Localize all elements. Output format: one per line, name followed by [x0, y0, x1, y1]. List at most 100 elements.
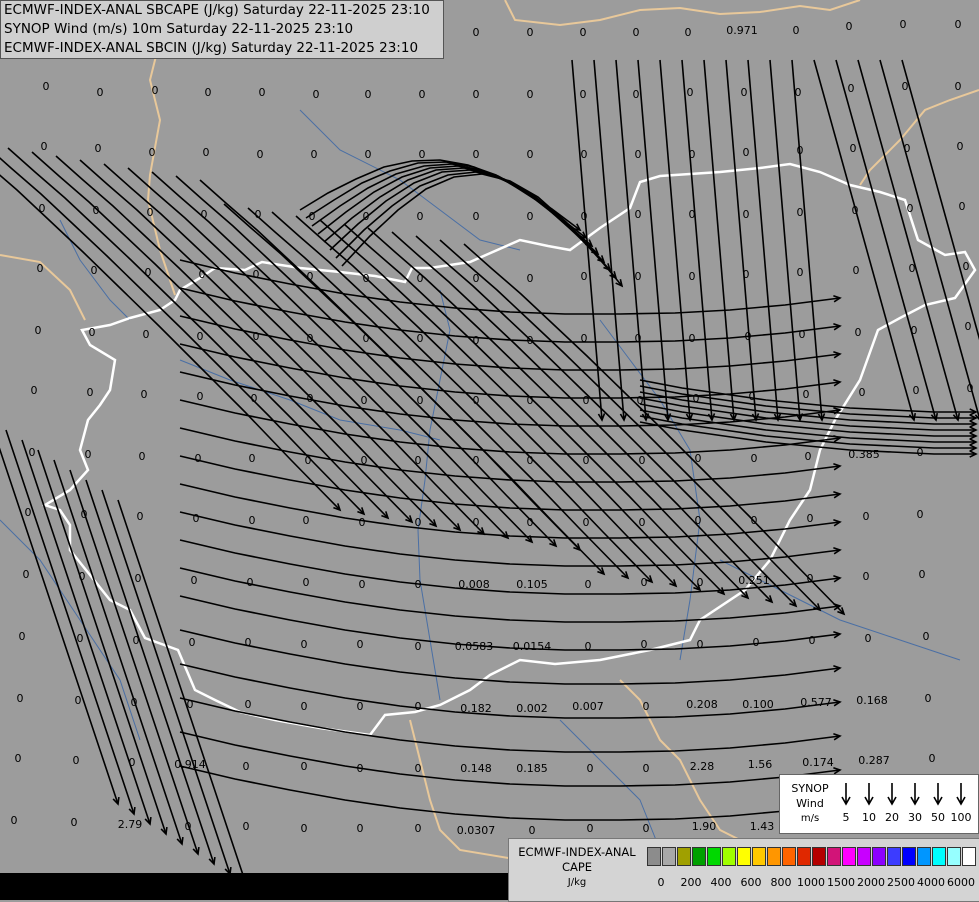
cape-value-label: 0: [309, 210, 316, 223]
cape-value-label: 0: [361, 394, 368, 407]
cape-value-label: 0: [149, 146, 156, 159]
cape-color-swatch: [872, 847, 886, 866]
cape-value-label: 0: [643, 700, 650, 713]
cape-value-label: 0: [805, 450, 812, 463]
synop-legend-value: 30: [908, 811, 922, 824]
cape-value-label: 0: [863, 510, 870, 523]
cape-value-label: 0: [307, 332, 314, 345]
cape-value-label: 0: [473, 26, 480, 39]
cape-color-swatch: [827, 847, 841, 866]
cape-value-label: 0: [249, 514, 256, 527]
cape-value-label: 0: [191, 574, 198, 587]
cape-value-label: 0: [243, 760, 250, 773]
cape-color-swatch: [797, 847, 811, 866]
cape-colorbar-label: 200: [680, 876, 702, 889]
cape-value-label: 0: [205, 86, 212, 99]
cape-value-label: 0.0583: [455, 640, 494, 653]
wind-streamline: [637, 59, 669, 421]
synop-legend-value: 10: [862, 811, 876, 824]
wind-arrow-icon: [910, 783, 920, 806]
cape-value-label: 0: [365, 148, 372, 161]
cape-value-label: 0: [415, 578, 422, 591]
cape-value-label: 0: [809, 634, 816, 647]
cape-value-label: 0.287: [858, 754, 890, 767]
cape-color-swatch: [647, 847, 661, 866]
wind-streamline: [179, 697, 841, 753]
cape-value-label: 0: [687, 86, 694, 99]
cape-color-swatch: [707, 847, 721, 866]
wind-streamline: [179, 287, 841, 343]
cape-value-label: 0: [753, 636, 760, 649]
cape-value-label: 0: [846, 20, 853, 33]
wind-streamline: [179, 315, 841, 371]
cape-value-label: 0: [473, 88, 480, 101]
cape-value-label: 0: [357, 822, 364, 835]
wind-streamline: [179, 455, 841, 511]
header-line-cape: ECMWF-INDEX-ANAL SBCAPE (J/kg) Saturday …: [4, 2, 430, 18]
cape-value-label: 0: [201, 208, 208, 221]
map-bottom-strip: [0, 873, 508, 900]
cape-value-label: 0.105: [516, 578, 548, 591]
cape-value-label: 0: [909, 262, 916, 275]
map-header: ECMWF-INDEX-ANAL SBCAPE (J/kg) Saturday …: [0, 0, 444, 59]
cape-value-label: 0: [247, 576, 254, 589]
cape-value-label: 0: [917, 508, 924, 521]
synop-legend-value: 20: [885, 811, 899, 824]
cape-value-label: 0: [635, 208, 642, 221]
cape-value-label: 0: [527, 516, 534, 529]
cape-value-label: 0: [583, 394, 590, 407]
wind-streamline: [53, 459, 183, 845]
river-line: [599, 319, 701, 661]
cape-value-label: 0: [580, 26, 587, 39]
cape-value-label: 0: [635, 270, 642, 283]
cape-value-label: 1.43: [750, 820, 775, 833]
cape-value-label: 0: [795, 86, 802, 99]
cape-value-label: 0.168: [856, 694, 888, 707]
border-line: [409, 719, 521, 861]
cape-value-label: 0: [743, 208, 750, 221]
wind-arrow-icon: [841, 783, 851, 806]
cape-value-label: 0: [581, 210, 588, 223]
cape-value-label: 0: [585, 578, 592, 591]
cape-value-label: 0: [43, 80, 50, 93]
cape-value-label: 0: [253, 330, 260, 343]
cape-legend-title-line2: CAPE: [561, 860, 593, 874]
cape-value-label: 0: [963, 260, 970, 273]
cape-color-swatch: [902, 847, 916, 866]
cape-colorbar-label: 2500: [887, 876, 915, 889]
cape-value-label: 0: [131, 696, 138, 709]
cape-colorbar-label: 600: [740, 876, 762, 889]
cape-color-swatch: [737, 847, 751, 866]
cape-value-label: 0: [305, 454, 312, 467]
cape-value-label: 0: [141, 388, 148, 401]
cape-value-label: 0: [415, 700, 422, 713]
cape-value-label: 0: [473, 148, 480, 161]
cape-value-label: 0: [697, 638, 704, 651]
cape-value-label: 0.174: [802, 756, 834, 769]
cape-value-label: 0: [965, 320, 972, 333]
cape-value-label: 0: [689, 270, 696, 283]
cape-value-label: 0: [741, 86, 748, 99]
cape-value-label: 2.28: [690, 760, 715, 773]
cape-value-label: 0: [313, 88, 320, 101]
cape-value-label: 0: [929, 752, 936, 765]
cape-value-label: 0: [583, 454, 590, 467]
cape-value-label: 0: [357, 700, 364, 713]
wind-streamline: [329, 169, 611, 271]
cape-value-label: 0: [527, 88, 534, 101]
cape-value-label: 0.007: [572, 700, 604, 713]
cape-value-label: 0: [303, 576, 310, 589]
cape-colorbar-label: 0: [657, 876, 665, 889]
cape-value-label: 0: [633, 88, 640, 101]
cape-value-label: 0: [417, 332, 424, 345]
cape-value-label: 0: [955, 18, 962, 31]
cape-colorbar-label: 400: [710, 876, 732, 889]
wind-streamline: [879, 59, 979, 420]
cape-value-label: 0: [359, 578, 366, 591]
cape-value-label: 0: [793, 24, 800, 37]
synop-legend-title-line3: m/s: [800, 813, 820, 824]
wind-streamline: [179, 343, 841, 399]
cape-color-swatch: [887, 847, 901, 866]
wind-streamline: [0, 174, 341, 511]
cape-value-label: 0: [925, 692, 932, 705]
